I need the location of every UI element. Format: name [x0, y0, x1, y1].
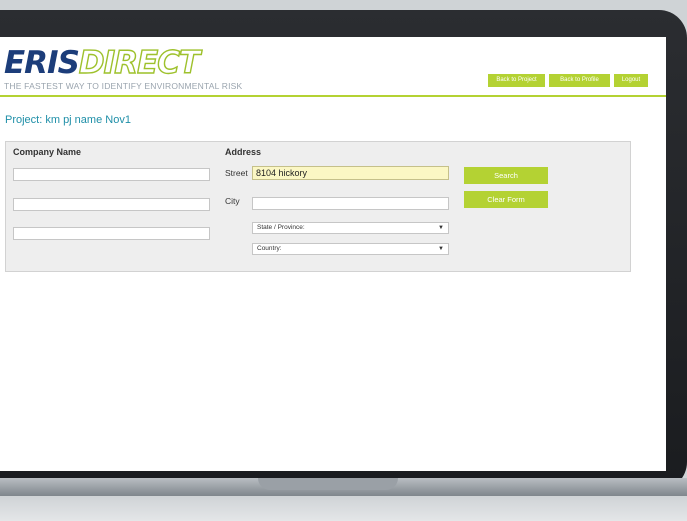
- logout-button[interactable]: Logout: [614, 74, 648, 87]
- city-label: City: [225, 196, 240, 206]
- street-label: Street: [225, 168, 248, 178]
- header-divider: [0, 95, 666, 97]
- laptop-hinge-notch: [258, 478, 398, 490]
- company-name-label: Company Name: [13, 147, 82, 157]
- search-form-panel: Company Name Address Street City State /…: [5, 141, 631, 272]
- back-to-project-button[interactable]: Back to Project: [488, 74, 545, 87]
- company-name-field-1[interactable]: [13, 168, 210, 181]
- eris-direct-logo: ERISDIRECT: [4, 45, 201, 81]
- country-select[interactable]: Country: ▼: [252, 243, 449, 255]
- page-title: Project: km pj name Nov1: [5, 114, 131, 126]
- search-button[interactable]: Search: [464, 167, 548, 184]
- site-header: ERISDIRECT THE FASTEST WAY TO IDENTIFY E…: [0, 37, 666, 97]
- street-field[interactable]: [252, 166, 449, 180]
- back-to-profile-button[interactable]: Back to Profile: [549, 74, 610, 87]
- dropdown-arrow-icon: ▼: [438, 225, 444, 231]
- laptop-screen: ERISDIRECT THE FASTEST WAY TO IDENTIFY E…: [0, 37, 666, 471]
- city-field[interactable]: [252, 197, 449, 210]
- tagline: THE FASTEST WAY TO IDENTIFY ENVIRONMENTA…: [4, 81, 243, 91]
- company-name-field-2[interactable]: [13, 198, 210, 211]
- surface: [0, 496, 687, 521]
- company-name-field-3[interactable]: [13, 227, 210, 240]
- clear-form-button[interactable]: Clear Form: [464, 191, 548, 208]
- state-province-select[interactable]: State / Province: ▼: [252, 222, 449, 234]
- dropdown-arrow-icon: ▼: [438, 246, 444, 252]
- address-label: Address: [225, 147, 262, 157]
